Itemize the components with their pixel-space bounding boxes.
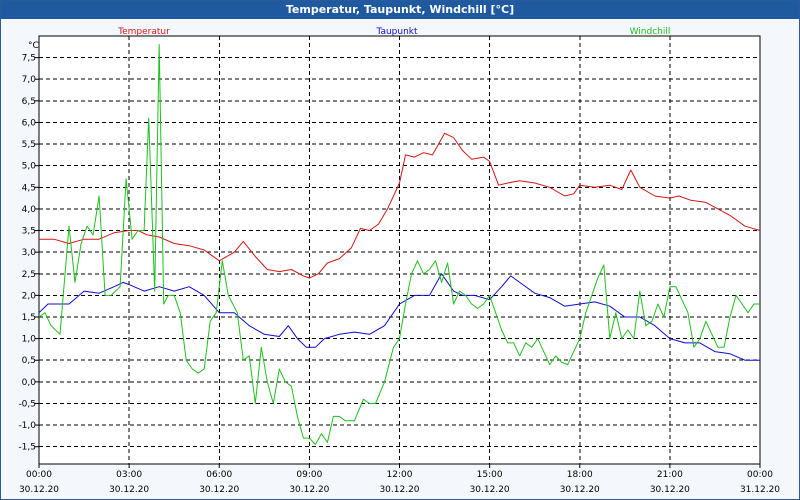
y-tick-label: 5,0 (22, 162, 37, 172)
x-tick-label-date: 30.12.20 (109, 485, 149, 495)
x-tick-label-time: 09:00 (296, 470, 322, 480)
x-tick-label-time: 06:00 (206, 470, 232, 480)
y-tick-label: 3,0 (22, 248, 37, 258)
x-tick-label-date: 30.12.20 (199, 485, 239, 495)
y-axis: -1,5 -1,0 -0,5 0,0 0,5 1,0 1,5 2,0 2,5 3,0 3,5 4,0 4… (18, 54, 39, 453)
x-tick-label-date: 30.12.20 (379, 485, 419, 495)
x-tick-label-time: 21:00 (657, 470, 683, 480)
x-tick-label-time: 03:00 (116, 470, 142, 480)
x-axis: 00:00 30.12.20 03:00 30.12.20 06:00 30.12.20 0… (19, 464, 780, 495)
x-tick-label-time: 12:00 (387, 470, 413, 480)
y-tick-label: 1,5 (22, 313, 36, 323)
x-tick-label-date: 30.12.20 (560, 485, 600, 495)
x-tick-label-time: 00:00 (747, 470, 773, 480)
y-axis-label: °C (28, 41, 39, 51)
y-tick-label: 0,0 (22, 378, 37, 388)
y-tick-label: 0,5 (22, 356, 36, 366)
y-tick-label: -1,5 (18, 443, 36, 453)
y-tick-label: 4,0 (22, 205, 37, 215)
x-tick-label-date: 30.12.20 (650, 485, 690, 495)
legend-windchill: Windchill (630, 27, 671, 37)
y-tick-label: -1,0 (18, 421, 36, 431)
y-tick-label: 5,5 (22, 140, 36, 150)
y-tick-label: 2,0 (22, 291, 37, 301)
y-tick-label: 6,5 (22, 97, 36, 107)
x-tick-label-time: 15:00 (477, 470, 503, 480)
legend-temperatur: Temperatur (117, 27, 170, 37)
y-tick-label: 4,5 (22, 183, 36, 193)
y-tick-label: 3,5 (22, 227, 36, 237)
y-tick-label: 6,0 (22, 118, 37, 128)
x-tick-label-time: 00:00 (26, 470, 52, 480)
x-tick-label-date: 31.12.20 (740, 485, 780, 495)
x-tick-label-date: 30.12.20 (19, 485, 59, 495)
x-tick-label-date: 30.12.20 (470, 485, 510, 495)
x-tick-label-date: 30.12.20 (289, 485, 329, 495)
y-tick-label: 1,0 (22, 335, 37, 345)
line-chart: -1,5 -1,0 -0,5 0,0 0,5 1,0 1,5 2,0 2,5 3,0 3,5 4,0 4… (18, 27, 780, 495)
y-tick-label: -0,5 (18, 399, 36, 409)
y-tick-label: 7,0 (22, 75, 37, 85)
y-tick-label: 7,5 (22, 54, 36, 64)
x-tick-label-time: 18:00 (567, 470, 593, 480)
legend-taupunkt: Taupunkt (375, 27, 418, 37)
y-tick-label: 2,5 (22, 270, 36, 280)
